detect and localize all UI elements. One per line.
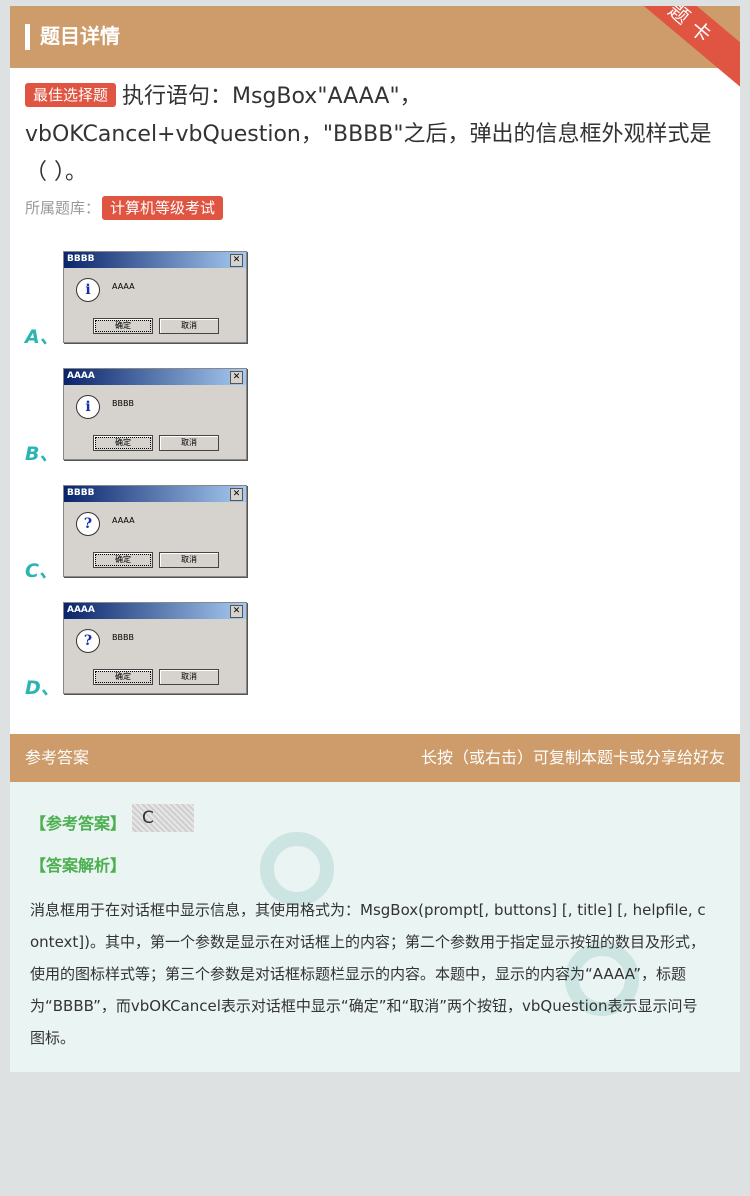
close-icon: ✕	[230, 254, 243, 267]
question-text: 执行语句：MsgBox"AAAA"，vbOKCancel+vbQuestion，…	[25, 84, 712, 185]
option-a-letter[interactable]: A、	[25, 322, 59, 349]
cancel-button: 取消	[159, 318, 219, 334]
answer-header-bar: 参考答案 长按（或右击）可复制本题卡或分享给好友	[10, 734, 740, 782]
answer-header-title: 参考答案	[25, 748, 90, 767]
option-a-dialog[interactable]: BBBB ✕ i AAAA 确定 取消	[63, 251, 247, 343]
analysis-text: 消息框用于在对话框中显示信息，其使用格式为：MsgBox(prompt[, bu…	[30, 901, 706, 1047]
option-b-letter[interactable]: B、	[25, 439, 58, 466]
question-type-tag: 最佳选择题	[25, 83, 117, 107]
question-icon: ?	[76, 629, 100, 653]
answer-body: 【参考答案】 C 【答案解析】 消息框用于在对话框中显示信息，其使用格式为：Ms…	[10, 782, 740, 1072]
page-title: 题目详情	[40, 24, 120, 48]
dialog-message: AAAA	[112, 516, 135, 525]
info-icon: i	[76, 395, 100, 419]
ok-button: 确定	[93, 552, 153, 568]
ok-button: 确定	[93, 669, 153, 685]
source-tag[interactable]: 计算机等级考试	[102, 196, 224, 220]
reference-answer-label: 【参考答案】	[30, 814, 127, 833]
dialog-titlebar: BBBB ✕	[64, 252, 246, 268]
analysis-label: 【答案解析】	[30, 856, 127, 875]
dialog-titlebar: BBBB ✕	[64, 486, 246, 502]
dialog-message: AAAA	[112, 282, 135, 291]
option-c-dialog[interactable]: BBBB ✕ ? AAAA 确定 取消	[63, 485, 247, 577]
question-text-block: 最佳选择题 执行语句：MsgBox"AAAA"，vbOKCancel+vbQues…	[25, 78, 725, 192]
question-card: 题目详情 题卡 最佳选择题 执行语句：MsgBox"AAAA"，vbOKCance…	[10, 6, 740, 1072]
dialog-title: AAAA	[67, 371, 95, 381]
card-header: 题目详情 题卡	[10, 6, 740, 93]
option-d-letter[interactable]: D、	[25, 673, 60, 700]
dialog-title: BBBB	[67, 254, 95, 264]
close-icon: ✕	[230, 488, 243, 501]
info-icon: i	[76, 278, 100, 302]
dialog-titlebar: AAAA ✕	[64, 369, 246, 385]
cancel-button: 取消	[159, 435, 219, 451]
cancel-button: 取消	[159, 669, 219, 685]
dialog-titlebar: AAAA ✕	[64, 603, 246, 619]
ok-button: 确定	[93, 435, 153, 451]
reference-answer-value: C	[132, 804, 194, 832]
share-hint: 长按（或右击）可复制本题卡或分享给好友	[420, 748, 725, 767]
ok-button: 确定	[93, 318, 153, 334]
option-c-letter[interactable]: C、	[25, 556, 58, 583]
dialog-title: AAAA	[67, 605, 95, 615]
close-icon: ✕	[230, 605, 243, 618]
option-d-dialog[interactable]: AAAA ✕ ? BBBB 确定 取消	[63, 602, 247, 694]
dialog-message: BBBB	[112, 633, 134, 642]
close-icon: ✕	[230, 371, 243, 384]
option-b-dialog[interactable]: AAAA ✕ i BBBB 确定 取消	[63, 368, 247, 460]
header-accent-bar	[25, 24, 30, 50]
dialog-title: BBBB	[67, 488, 95, 498]
question-source: 所属题库： 计算机等级考试	[25, 196, 229, 220]
cancel-button: 取消	[159, 552, 219, 568]
dialog-message: BBBB	[112, 399, 134, 408]
source-label: 所属题库：	[25, 199, 101, 217]
question-icon: ?	[76, 512, 100, 536]
